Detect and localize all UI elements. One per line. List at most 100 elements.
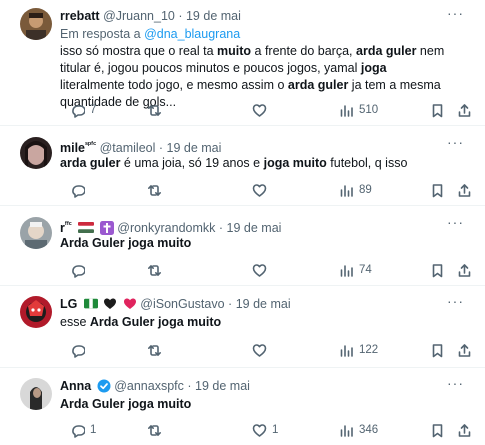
bookmark-button[interactable] (430, 421, 445, 439)
reply-icon (72, 104, 85, 118)
handle[interactable]: @iSonGustavo (140, 297, 224, 311)
handle[interactable]: @annaxspfc (114, 379, 184, 393)
black-heart-icon (104, 298, 117, 309)
tweet-actions: 74 (52, 261, 482, 279)
display-name[interactable]: rᶠᶠᶜ (60, 220, 72, 235)
avatar[interactable] (20, 378, 52, 410)
views-count: 74 (359, 264, 372, 276)
handle[interactable]: @Jruann_10 (103, 9, 175, 23)
like-button[interactable] (252, 101, 267, 119)
reply-button[interactable]: 7 (70, 101, 96, 119)
like-button[interactable] (252, 181, 267, 199)
separator: · (158, 141, 164, 156)
hungary-flag-icon (78, 222, 95, 234)
timestamp[interactable]: 19 de mai (236, 297, 291, 311)
text-segment: literalmente todo jogo, e mesmo assim o (60, 78, 288, 92)
retweet-button[interactable] (147, 421, 162, 439)
bookmark-icon (432, 103, 443, 117)
reply-button[interactable] (70, 261, 85, 279)
views-button[interactable]: 74 (339, 261, 372, 279)
views-button[interactable]: 510 (339, 101, 378, 119)
views-button[interactable]: 89 (339, 181, 372, 199)
share-button[interactable] (457, 421, 472, 439)
highlighted-text: arda guler (287, 78, 349, 92)
display-name[interactable]: LG (60, 297, 77, 311)
avatar[interactable] (20, 217, 52, 249)
like-button[interactable] (252, 261, 267, 279)
retweet-button[interactable] (147, 181, 162, 199)
heart-icon (252, 103, 267, 117)
tweet[interactable]: rrebatt @Jruann_10 · 19 de mai ··· Em re… (0, 0, 485, 126)
name-suffix: ˢᵖᶠᶜ (85, 140, 97, 149)
tweet-header: rᶠᶠᶜ @ronkyrandomkk · 19 de mai (60, 217, 445, 236)
retweet-button[interactable] (147, 341, 162, 359)
retweet-icon (148, 184, 161, 196)
timestamp[interactable]: 19 de mai (195, 379, 250, 393)
share-button[interactable] (457, 101, 472, 119)
tweet[interactable]: rᶠᶠᶜ @ronkyrandomkk · 19 de mai ··· Arda… (0, 206, 485, 286)
display-name[interactable]: rrebatt (60, 9, 100, 23)
more-icon[interactable]: ··· (447, 376, 463, 394)
bookmark-icon (432, 423, 443, 437)
like-button[interactable] (252, 341, 267, 359)
more-icon[interactable]: ··· (447, 6, 463, 24)
bookmark-button[interactable] (430, 181, 445, 199)
handle[interactable]: @ronkyrandomkk (117, 221, 215, 235)
views-icon (340, 344, 353, 357)
handle[interactable]: @tamileol (100, 141, 156, 155)
display-name[interactable]: mileˢᵖᶠᶜ (60, 140, 97, 155)
tweet-actions: 1 1 346 (52, 421, 482, 439)
bookmark-button[interactable] (430, 261, 445, 279)
like-button[interactable]: 1 (252, 421, 278, 439)
tweet[interactable]: mileˢᵖᶠᶜ @tamileol · 19 de mai ··· arda … (0, 126, 485, 206)
highlighted-text: Arda Guler joga muito (60, 397, 192, 411)
timestamp[interactable]: 19 de mai (227, 221, 282, 235)
bookmark-button[interactable] (430, 101, 445, 119)
text-segment: esse (60, 315, 90, 329)
tweet-header: rrebatt @Jruann_10 · 19 de mai (60, 8, 445, 24)
timestamp[interactable]: 19 de mai (186, 9, 241, 23)
views-icon (340, 264, 353, 277)
reply-prefix: Em resposta a (60, 27, 141, 41)
avatar[interactable] (20, 8, 52, 40)
timestamp[interactable]: 19 de mai (167, 141, 222, 155)
tweet[interactable]: Anna @annaxspfc · 19 de mai ··· Arda Gul… (0, 368, 485, 445)
tweet-text: Arda Guler joga muito (60, 235, 449, 252)
separator: · (187, 379, 192, 393)
tweet-actions: 89 (52, 181, 482, 199)
green-flag-icon (83, 298, 98, 309)
views-button[interactable]: 346 (339, 421, 378, 439)
reply-button[interactable] (70, 341, 85, 359)
views-button[interactable]: 122 (339, 341, 378, 359)
heart-icon (252, 343, 267, 357)
reply-button[interactable]: 1 (70, 421, 96, 439)
bookmark-icon (432, 343, 443, 357)
avatar[interactable] (20, 296, 52, 328)
text-segment: a frente do barça, (251, 44, 356, 58)
share-button[interactable] (457, 341, 472, 359)
share-button[interactable] (457, 261, 472, 279)
reply-button[interactable] (70, 181, 85, 199)
avatar[interactable] (20, 137, 52, 169)
highlighted-text: joga (360, 61, 387, 75)
retweet-icon (148, 424, 161, 436)
tweet[interactable]: LG @iSonGustavo · 19 de mai ··· esse Ard… (0, 286, 485, 368)
tweet-feed: rrebatt @Jruann_10 · 19 de mai ··· Em re… (0, 0, 485, 445)
more-icon[interactable]: ··· (447, 215, 463, 233)
retweet-button[interactable] (147, 261, 162, 279)
highlighted-text: arda guler (60, 156, 121, 170)
separator: · (178, 9, 183, 23)
more-icon[interactable]: ··· (447, 294, 463, 312)
reply-to-link[interactable]: @dna_blaugrana (144, 27, 240, 41)
retweet-button[interactable] (147, 101, 162, 119)
tweet-text: Arda Guler joga muito (60, 396, 449, 413)
bookmark-button[interactable] (430, 341, 445, 359)
display-name[interactable]: Anna (60, 379, 91, 393)
separator: · (228, 297, 233, 311)
share-button[interactable] (457, 181, 472, 199)
highlighted-text: joga muito (263, 156, 327, 170)
bookmark-icon (432, 263, 443, 277)
verified-badge-icon (97, 379, 111, 393)
more-icon[interactable]: ··· (447, 135, 463, 153)
like-count: 1 (272, 424, 279, 436)
